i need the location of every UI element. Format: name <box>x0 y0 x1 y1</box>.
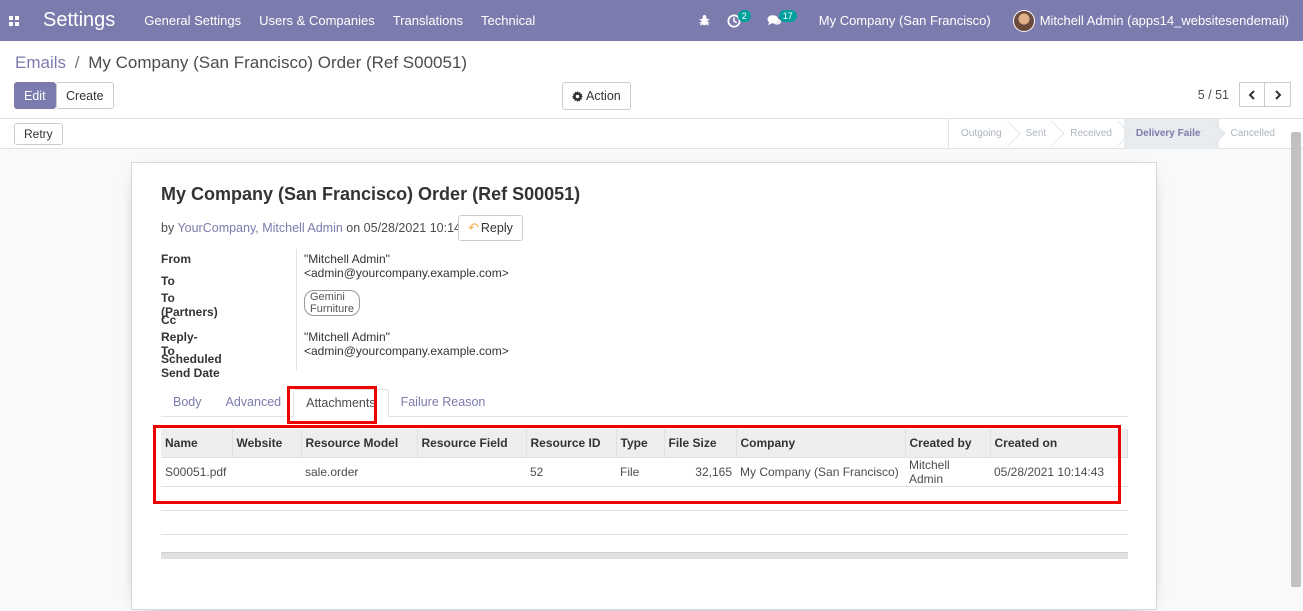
chevron-left-icon <box>1248 89 1255 100</box>
col-resource-model[interactable]: Resource Model <box>301 429 418 458</box>
cell-resource-id: 52 <box>526 457 616 487</box>
menu-technical[interactable]: Technical <box>472 0 544 41</box>
breadcrumb: Emails / My Company (San Francisco) Orde… <box>15 53 467 73</box>
vertical-scrollbar[interactable] <box>1291 132 1301 587</box>
menu-users-companies[interactable]: Users & Companies <box>250 0 384 41</box>
col-created-on[interactable]: Created on <box>990 429 1128 458</box>
menu-general-settings[interactable]: General Settings <box>135 0 250 41</box>
retry-button[interactable]: Retry <box>14 123 63 145</box>
reply-label: Reply <box>480 221 513 235</box>
cell-resource-model: sale.order <box>301 457 417 487</box>
control-panel: Emails / My Company (San Francisco) Orde… <box>0 41 1303 119</box>
tab-failure-reason[interactable]: Failure Reason <box>389 389 498 416</box>
tab-attachments[interactable]: Attachments <box>293 389 389 417</box>
main-menu: General Settings Users & Companies Trans… <box>135 0 544 41</box>
activity-badge: 2 <box>737 9 751 22</box>
cell-created-by: Mitchell Admin <box>905 457 990 487</box>
cell-name: S00051.pdf <box>161 457 232 487</box>
reply-button[interactable]: ↶ Reply <box>458 215 523 241</box>
cell-type: File <box>616 457 664 487</box>
messages-chat-icon[interactable]: 17 <box>759 0 805 41</box>
empty-row <box>161 511 1128 535</box>
cell-created-on: 05/28/2021 10:14:43 <box>990 457 1128 487</box>
scheduled-label: Scheduled Send Date <box>161 352 222 380</box>
stage-received[interactable]: Received <box>1058 119 1124 149</box>
author-links[interactable]: YourCompany, Mitchell Admin <box>177 221 342 235</box>
app-brand[interactable]: Settings <box>43 9 115 32</box>
cell-company: My Company (San Francisco) <box>736 457 905 487</box>
tab-body[interactable]: Body <box>161 389 214 416</box>
table-header-row: Name Website Resource Model Resource Fie… <box>161 429 1128 458</box>
activity-clock-icon[interactable]: 2 <box>719 0 759 41</box>
apps-menu-icon[interactable] <box>0 0 28 41</box>
email-subject: My Company (San Francisco) Order (Ref S0… <box>161 184 581 204</box>
menu-translations[interactable]: Translations <box>384 0 472 41</box>
notebook-tabs: Body Advanced Attachments Failure Reason <box>161 389 1128 417</box>
stage-delivery-failed[interactable]: Delivery Failed <box>1123 119 1219 149</box>
breadcrumb-current: My Company (San Francisco) Order (Ref S0… <box>88 53 468 72</box>
stage-sent[interactable]: Sent <box>1014 119 1059 149</box>
stage-selector: Outgoing Sent Received Delivery Failed C… <box>948 119 1287 149</box>
col-company[interactable]: Company <box>736 429 906 458</box>
pager-previous-button[interactable] <box>1239 82 1265 107</box>
partner-tag[interactable]: Gemini Furniture <box>304 290 361 316</box>
messages-badge: 17 <box>778 9 797 22</box>
tab-advanced[interactable]: Advanced <box>214 389 294 416</box>
pager-value[interactable]: 5 / 51 <box>1198 88 1229 102</box>
cc-label: Cc <box>161 313 177 327</box>
breadcrumb-separator: / <box>74 53 80 72</box>
action-label: Action <box>586 89 621 103</box>
field-separator <box>296 249 297 371</box>
pager-next-button[interactable] <box>1265 82 1291 107</box>
gear-icon <box>572 90 583 102</box>
cell-resource-field <box>417 457 526 487</box>
create-button[interactable]: Create <box>56 82 114 109</box>
reply-to-value: "Mitchell Admin" <admin@yourcompany.exam… <box>304 330 509 358</box>
col-type[interactable]: Type <box>616 429 665 458</box>
col-name[interactable]: Name <box>161 429 233 458</box>
to-label: To <box>161 274 175 288</box>
edit-button[interactable]: Edit <box>14 82 56 109</box>
reply-icon: ↶ <box>468 220 479 235</box>
col-website[interactable]: Website <box>232 429 302 458</box>
debug-bug-icon[interactable] <box>690 0 719 41</box>
byline-prefix: by <box>161 221 175 235</box>
table-row[interactable]: S00051.pdf sale.order 52 File 32,165 My … <box>161 457 1128 487</box>
chevron-right-icon <box>1274 89 1281 100</box>
stage-outgoing[interactable]: Outgoing <box>949 119 1014 149</box>
pager: 5 / 51 <box>1198 82 1291 107</box>
empty-row <box>161 487 1128 511</box>
col-resource-id[interactable]: Resource ID <box>526 429 617 458</box>
table-footer <box>161 552 1128 559</box>
action-button[interactable]: Action <box>562 82 631 110</box>
company-switcher[interactable]: My Company (San Francisco) <box>805 0 1005 41</box>
col-resource-field[interactable]: Resource Field <box>417 429 527 458</box>
status-bar: Retry Outgoing Sent Received Delivery Fa… <box>0 119 1303 149</box>
stage-cancelled[interactable]: Cancelled <box>1219 119 1287 149</box>
attachments-table: Name Website Resource Model Resource Fie… <box>161 429 1128 535</box>
cell-file-size: 32,165 <box>664 457 736 487</box>
user-menu[interactable]: Mitchell Admin (apps14_websitesendemail) <box>1005 0 1303 41</box>
form-sheet: My Company (San Francisco) Order (Ref S0… <box>131 162 1157 610</box>
cell-website <box>232 457 301 487</box>
col-file-size[interactable]: File Size <box>664 429 737 458</box>
email-byline: by YourCompany, Mitchell Admin on 05/28/… <box>161 221 478 235</box>
from-label: From <box>161 252 191 266</box>
col-created-by[interactable]: Created by <box>905 429 991 458</box>
breadcrumb-emails-link[interactable]: Emails <box>15 53 66 72</box>
from-value: "Mitchell Admin" <admin@yourcompany.exam… <box>304 252 509 280</box>
top-navbar: Settings General Settings Users & Compan… <box>0 0 1303 41</box>
user-name: Mitchell Admin (apps14_websitesendemail) <box>1039 13 1289 28</box>
user-avatar <box>1012 9 1035 32</box>
